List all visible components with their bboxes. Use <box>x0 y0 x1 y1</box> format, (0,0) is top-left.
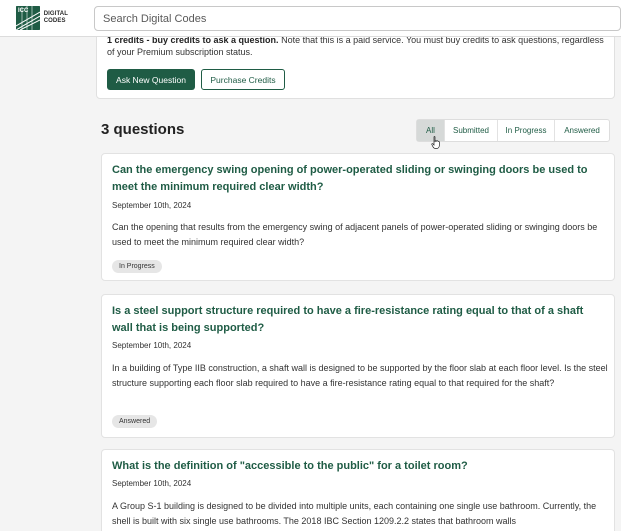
status-badge: In Progress <box>112 260 162 273</box>
search-input[interactable] <box>94 6 621 31</box>
question-card[interactable]: Can the emergency swing opening of power… <box>101 153 615 281</box>
question-date: September 10th, 2024 <box>112 479 192 488</box>
purchase-credits-button[interactable]: Purchase Credits <box>201 69 285 90</box>
filter-submitted[interactable]: Submitted <box>445 120 498 141</box>
question-body: A Group S-1 building is designed to be d… <box>112 501 597 526</box>
top-bar: ICC DIGITAL CODES <box>0 0 621 37</box>
question-card[interactable]: Is a steel support structure required to… <box>101 294 615 438</box>
question-body: In a building of Type IIB construction, … <box>112 363 608 388</box>
logo-wordmark: DIGITAL CODES <box>44 11 68 25</box>
logo-mark-text: ICC <box>18 8 29 14</box>
logo-line-codes: CODES <box>43 18 66 24</box>
hand-cursor-icon <box>431 136 441 149</box>
question-date: September 10th, 2024 <box>112 201 192 210</box>
status-badge: Answered <box>112 415 158 428</box>
filter-in-progress[interactable]: In Progress <box>498 120 555 141</box>
question-date: September 10th, 2024 <box>112 341 192 350</box>
question-card[interactable]: What is the definition of "accessible to… <box>101 449 615 531</box>
question-count: 3 questions <box>101 121 185 138</box>
filter-answered[interactable]: Answered <box>555 120 609 141</box>
question-body: Can the opening that results from the em… <box>112 222 598 247</box>
ask-new-question-button[interactable]: Ask New Question <box>107 69 195 90</box>
question-title[interactable]: Is a steel support structure required to… <box>112 303 602 337</box>
status-filter-group: All Submitted In Progress Answered <box>416 119 610 142</box>
credits-notice: 1 credits - buy credits to ask a questio… <box>107 34 607 58</box>
question-title[interactable]: Can the emergency swing opening of power… <box>112 162 602 196</box>
question-title[interactable]: What is the definition of "accessible to… <box>112 458 602 475</box>
logo-line-digital: DIGITAL <box>43 11 68 17</box>
icc-logo[interactable]: ICC DIGITAL CODES <box>16 5 68 31</box>
credits-card: 1 credits - buy credits to ask a questio… <box>96 28 615 99</box>
icc-logo-icon: ICC <box>16 6 40 30</box>
